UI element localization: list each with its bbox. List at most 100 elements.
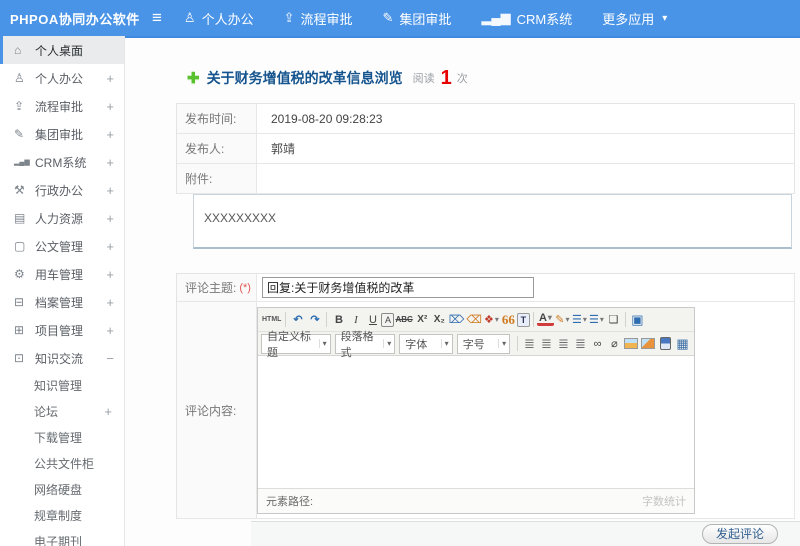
align-justify-icon[interactable]: ≣ xyxy=(572,335,589,353)
editor-toolbar-row2: 自定义标题 ▾ 段落格式 ▾ 字体 ▾ 字号 ▾ ≣ ≣ ≣ ≣ ∞ ⌀ ▦ xyxy=(258,331,694,359)
paragraph-format-select[interactable]: 段落格式 ▾ xyxy=(334,331,396,359)
undo-icon[interactable]: ↶ xyxy=(289,311,306,329)
quote-icon[interactable]: 66 xyxy=(500,311,517,329)
table-icon[interactable]: ▦ xyxy=(674,335,691,353)
source-code-icon[interactable]: HTML xyxy=(261,311,282,329)
word-count-label[interactable]: 字数统计 xyxy=(642,493,686,509)
page-title: 关于财务增值税的改革信息浏览 xyxy=(206,70,403,86)
new-document-icon[interactable]: ❏ xyxy=(605,311,622,329)
chevron-down-icon: ▾ xyxy=(565,315,570,324)
font-family-select[interactable]: 字体 ▾ xyxy=(399,333,453,354)
underline-icon[interactable]: U xyxy=(364,311,381,329)
sidebar-subitem-knowledge-management[interactable]: 知识管理 xyxy=(0,372,124,398)
topnav-workflow-approval[interactable]: ⇪ 流程审批 xyxy=(284,9,353,28)
editor-status-bar: 元素路径: 字数统计 xyxy=(258,488,694,513)
publisher-label: 发布人: xyxy=(177,134,257,163)
top-bar: PHPOA协同办公软件 ≡ ♙ 个人办公 ⇪ 流程审批 ✎ 集团审批 ▂▄▆ C… xyxy=(0,0,800,36)
link-icon[interactable]: ∞ xyxy=(589,335,606,353)
align-left-icon[interactable]: ≣ xyxy=(521,335,538,353)
remove-format-icon[interactable]: ⌫ xyxy=(465,311,483,329)
sidebar-item-human-resources[interactable]: ▤ 人力资源 + xyxy=(0,204,124,232)
sidebar-subitem-forum[interactable]: 论坛 + xyxy=(0,398,124,424)
sidebar-subitem-network-disk[interactable]: 网络硬盘 xyxy=(0,476,124,502)
chart-icon: ▂▄▆ xyxy=(14,159,30,166)
read-unit: 次 xyxy=(456,73,468,85)
font-color-icon[interactable]: A ▾ xyxy=(536,312,554,326)
sidebar-item-workflow-approval[interactable]: ⇪ 流程审批 + xyxy=(0,92,124,120)
topnav-label: CRM系统 xyxy=(516,11,573,27)
hamburger-menu-icon[interactable]: ≡ xyxy=(152,8,162,28)
color-palette-icon[interactable]: ❖ ▾ xyxy=(483,311,500,329)
collapse-icon[interactable]: − xyxy=(106,351,114,366)
unordered-list-icon[interactable]: ☰ ▾ xyxy=(588,311,605,329)
image-icon[interactable] xyxy=(623,335,640,353)
workflow-icon: ⇪ xyxy=(14,99,25,113)
comment-subject-row: 评论主题: (*) xyxy=(177,274,794,302)
editor-content-area[interactable] xyxy=(258,356,694,488)
sidebar-item-administrative-office[interactable]: ⚒ 行政办公 + xyxy=(0,176,124,204)
toolbar-separator xyxy=(326,312,328,327)
sidebar-subitem-public-file-cabinet[interactable]: 公共文件柜 xyxy=(0,450,124,476)
ordered-list-icon[interactable]: ☰ ▾ xyxy=(571,311,588,329)
sidebar-item-group-approval[interactable]: ✎ 集团审批 + xyxy=(0,120,124,148)
comment-subject-input[interactable] xyxy=(262,277,534,298)
expand-icon[interactable]: + xyxy=(106,183,114,198)
italic-icon[interactable]: I xyxy=(347,311,364,329)
sidebar-subitem-e-journal[interactable]: 电子期刊 xyxy=(0,528,124,546)
sidebar-item-official-document-management[interactable]: ▢ 公文管理 + xyxy=(0,232,124,260)
paste-text-icon[interactable]: T xyxy=(516,312,530,327)
table-row: 发布人: 郭靖 xyxy=(177,134,794,164)
superscript-icon[interactable]: X² xyxy=(414,311,431,329)
strikethrough-icon[interactable]: ABC xyxy=(394,311,413,329)
knowledge-icon: ⊡ xyxy=(14,351,25,365)
topnav-more-apps[interactable]: 更多应用 ▾ xyxy=(602,9,667,28)
expand-icon[interactable]: + xyxy=(106,267,114,282)
subscript-icon[interactable]: X₂ xyxy=(431,311,448,329)
expand-icon[interactable]: + xyxy=(106,323,114,338)
comment-content-row: 评论内容: HTML ↶ ↷ B I U A ABC X² X₂ ⌦ ⌫ ❖ ▾… xyxy=(177,302,794,519)
font-size-select[interactable]: 字号 ▾ xyxy=(456,333,511,354)
comment-form: 评论主题: (*) 评论内容: HTML ↶ xyxy=(176,273,795,519)
required-mark: (*) xyxy=(239,281,251,294)
flash-icon[interactable] xyxy=(640,335,657,353)
expand-icon[interactable]: + xyxy=(104,404,112,419)
sidebar-subitem-download-management[interactable]: 下载管理 xyxy=(0,424,124,450)
rich-text-editor: HTML ↶ ↷ B I U A ABC X² X₂ ⌦ ⌫ ❖ ▾ 66 T … xyxy=(257,307,695,514)
highlight-color-icon[interactable]: ✎ ▾ xyxy=(554,311,571,329)
sidebar-item-personal-office[interactable]: ♙ 个人办公 + xyxy=(0,64,124,92)
archive-icon: ⊟ xyxy=(14,295,25,309)
sidebar-item-crm-system[interactable]: ▂▄▆ CRM系统 + xyxy=(0,148,124,176)
expand-icon[interactable]: + xyxy=(106,99,114,114)
expand-icon[interactable]: + xyxy=(106,295,114,310)
sidebar-item-project-management[interactable]: ⊞ 项目管理 + xyxy=(0,316,124,344)
expand-icon[interactable]: + xyxy=(106,155,114,170)
font-style-icon[interactable]: A xyxy=(381,312,395,327)
read-label: 阅读 xyxy=(412,73,435,85)
fullscreen-icon[interactable]: ▣ xyxy=(629,311,646,329)
unlink-icon[interactable]: ⌀ xyxy=(606,335,623,353)
sidebar-item-personal-desktop[interactable]: ⌂ 个人桌面 xyxy=(0,36,124,64)
topnav-group-approval[interactable]: ✎ 集团审批 xyxy=(383,9,452,28)
align-center-icon[interactable]: ≣ xyxy=(538,335,555,353)
user-icon: ♙ xyxy=(14,71,25,85)
custom-heading-select[interactable]: 自定义标题 ▾ xyxy=(261,331,331,359)
topnav-personal-office[interactable]: ♙ 个人办公 xyxy=(184,9,254,28)
sidebar-item-knowledge-exchange[interactable]: ⊡ 知识交流 − xyxy=(0,344,124,372)
sidebar-subitem-rules-regulations[interactable]: 规章制度 xyxy=(0,502,124,528)
bold-icon[interactable]: B xyxy=(330,311,347,329)
media-icon[interactable] xyxy=(657,335,674,353)
edit-icon: ✎ xyxy=(382,10,394,25)
redo-icon[interactable]: ↷ xyxy=(306,311,323,329)
chevron-down-icon: ▾ xyxy=(599,315,604,324)
expand-icon[interactable]: + xyxy=(106,127,114,142)
submit-comment-button[interactable]: 发起评论 xyxy=(701,524,778,544)
eraser-icon[interactable]: ⌦ xyxy=(448,311,466,329)
expand-icon[interactable]: + xyxy=(106,239,114,254)
sidebar-item-archive-management[interactable]: ⊟ 档案管理 + xyxy=(0,288,124,316)
topnav-crm-system[interactable]: ▂▄▆ CRM系统 xyxy=(481,9,572,28)
book-icon: ▤ xyxy=(14,211,26,225)
expand-icon[interactable]: + xyxy=(106,71,114,86)
expand-icon[interactable]: + xyxy=(106,211,114,226)
sidebar-item-vehicle-management[interactable]: ⚙ 用车管理 + xyxy=(0,260,124,288)
align-right-icon[interactable]: ≣ xyxy=(555,335,572,353)
